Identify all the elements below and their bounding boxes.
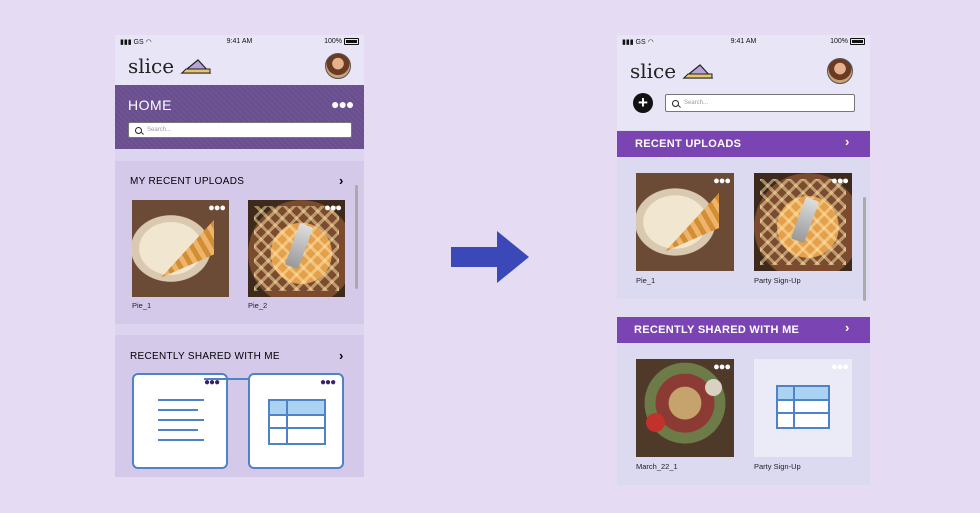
section-title: RECENT UPLOADS (635, 138, 742, 150)
upload-thumb[interactable]: ●●● (132, 200, 229, 297)
spreadsheet-icon[interactable]: ●●● (248, 373, 344, 469)
section-title: RECENTLY SHARED WITH ME (130, 351, 280, 362)
new-design-screen: ▮▮▮ GS ◠ 9:41 AM 100% slice + Search... … (617, 35, 870, 485)
search-placeholder: Search... (684, 100, 709, 106)
home-banner: HOME ●●● Search... (115, 85, 364, 149)
section-title: MY RECENT UPLOADS (130, 176, 245, 187)
shared-section: ●●● March_22_1 ●●● Party Sign-Up (617, 343, 870, 485)
pie-logo-icon (180, 59, 212, 74)
more-icon[interactable]: ●●● (831, 175, 849, 187)
search-icon (672, 99, 679, 107)
more-icon[interactable]: ●●● (324, 202, 342, 214)
thumb-caption: Pie_1 (132, 301, 152, 310)
more-icon[interactable]: ●●● (331, 97, 354, 111)
search-input[interactable]: Search... (665, 94, 855, 112)
shared-section: RECENTLY SHARED WITH ME › ●●● ●●● (115, 335, 364, 477)
section-title: RECENTLY SHARED WITH ME (634, 324, 800, 336)
battery-label: 100% (830, 38, 848, 45)
battery-icon (850, 38, 865, 45)
app-logo[interactable]: slice (128, 54, 212, 78)
thumb-caption: March_22_1 (636, 462, 678, 471)
shared-bar[interactable]: RECENTLY SHARED WITH ME › (617, 317, 870, 343)
recent-uploads-section: ●●● Pie_1 ●●● Party Sign-Up (617, 157, 870, 301)
search-icon (135, 126, 142, 134)
document-icon[interactable]: ●●● (132, 373, 250, 469)
more-icon[interactable]: ●●● (713, 361, 731, 373)
thumb-caption: Pie_2 (248, 301, 268, 310)
recent-uploads-bar[interactable]: RECENT UPLOADS › (617, 131, 870, 157)
scrollbar[interactable] (355, 185, 358, 289)
scrollbar[interactable] (863, 197, 866, 301)
status-bar: ▮▮▮ GS ◠ 9:41 AM 100% (115, 35, 364, 50)
recent-uploads-section: MY RECENT UPLOADS › ●●● Pie_1 ●●● Pie_2 (115, 161, 364, 324)
arrow-right-icon (451, 231, 529, 283)
chevron-right-icon[interactable]: › (339, 348, 343, 363)
more-icon[interactable]: ●●● (208, 202, 226, 214)
more-icon[interactable]: ●●● (204, 378, 250, 388)
battery-icon (344, 38, 359, 45)
old-design-screen: ▮▮▮ GS ◠ 9:41 AM 100% slice HOME ●●● Sea… (115, 35, 364, 477)
search-placeholder: Search... (147, 127, 172, 133)
app-logo[interactable]: slice (630, 59, 714, 83)
more-icon[interactable]: ●●● (713, 175, 731, 187)
avatar[interactable] (325, 53, 351, 79)
logo-text: slice (630, 59, 677, 83)
upload-thumb[interactable]: ●●● (636, 173, 734, 271)
upload-thumb[interactable]: ●●● (754, 173, 852, 271)
thumb-caption: Pie_1 (636, 276, 656, 285)
plus-icon[interactable]: + (633, 93, 653, 113)
spreadsheet-icon[interactable]: ●●● (754, 359, 852, 457)
shared-thumb[interactable]: ●●● (636, 359, 734, 457)
thumb-caption: Party Sign-Up (754, 462, 801, 471)
avatar[interactable] (827, 58, 853, 84)
upload-thumb[interactable]: ●●● (248, 200, 345, 297)
more-icon[interactable]: ●●● (320, 378, 336, 388)
status-bar: ▮▮▮ GS ◠ 9:41 AM 100% (617, 35, 870, 50)
chevron-right-icon[interactable]: › (845, 320, 849, 335)
search-input[interactable]: Search... (128, 122, 352, 138)
logo-text: slice (128, 54, 175, 78)
battery-label: 100% (324, 38, 342, 45)
pie-logo-icon (682, 64, 714, 79)
page-title: HOME (128, 97, 172, 113)
battery: 100% (830, 38, 865, 45)
chevron-right-icon[interactable]: › (339, 173, 343, 188)
battery: 100% (324, 38, 359, 45)
more-icon[interactable]: ●●● (831, 361, 849, 373)
chevron-right-icon[interactable]: › (845, 134, 849, 149)
thumb-caption: Party Sign-Up (754, 276, 801, 285)
